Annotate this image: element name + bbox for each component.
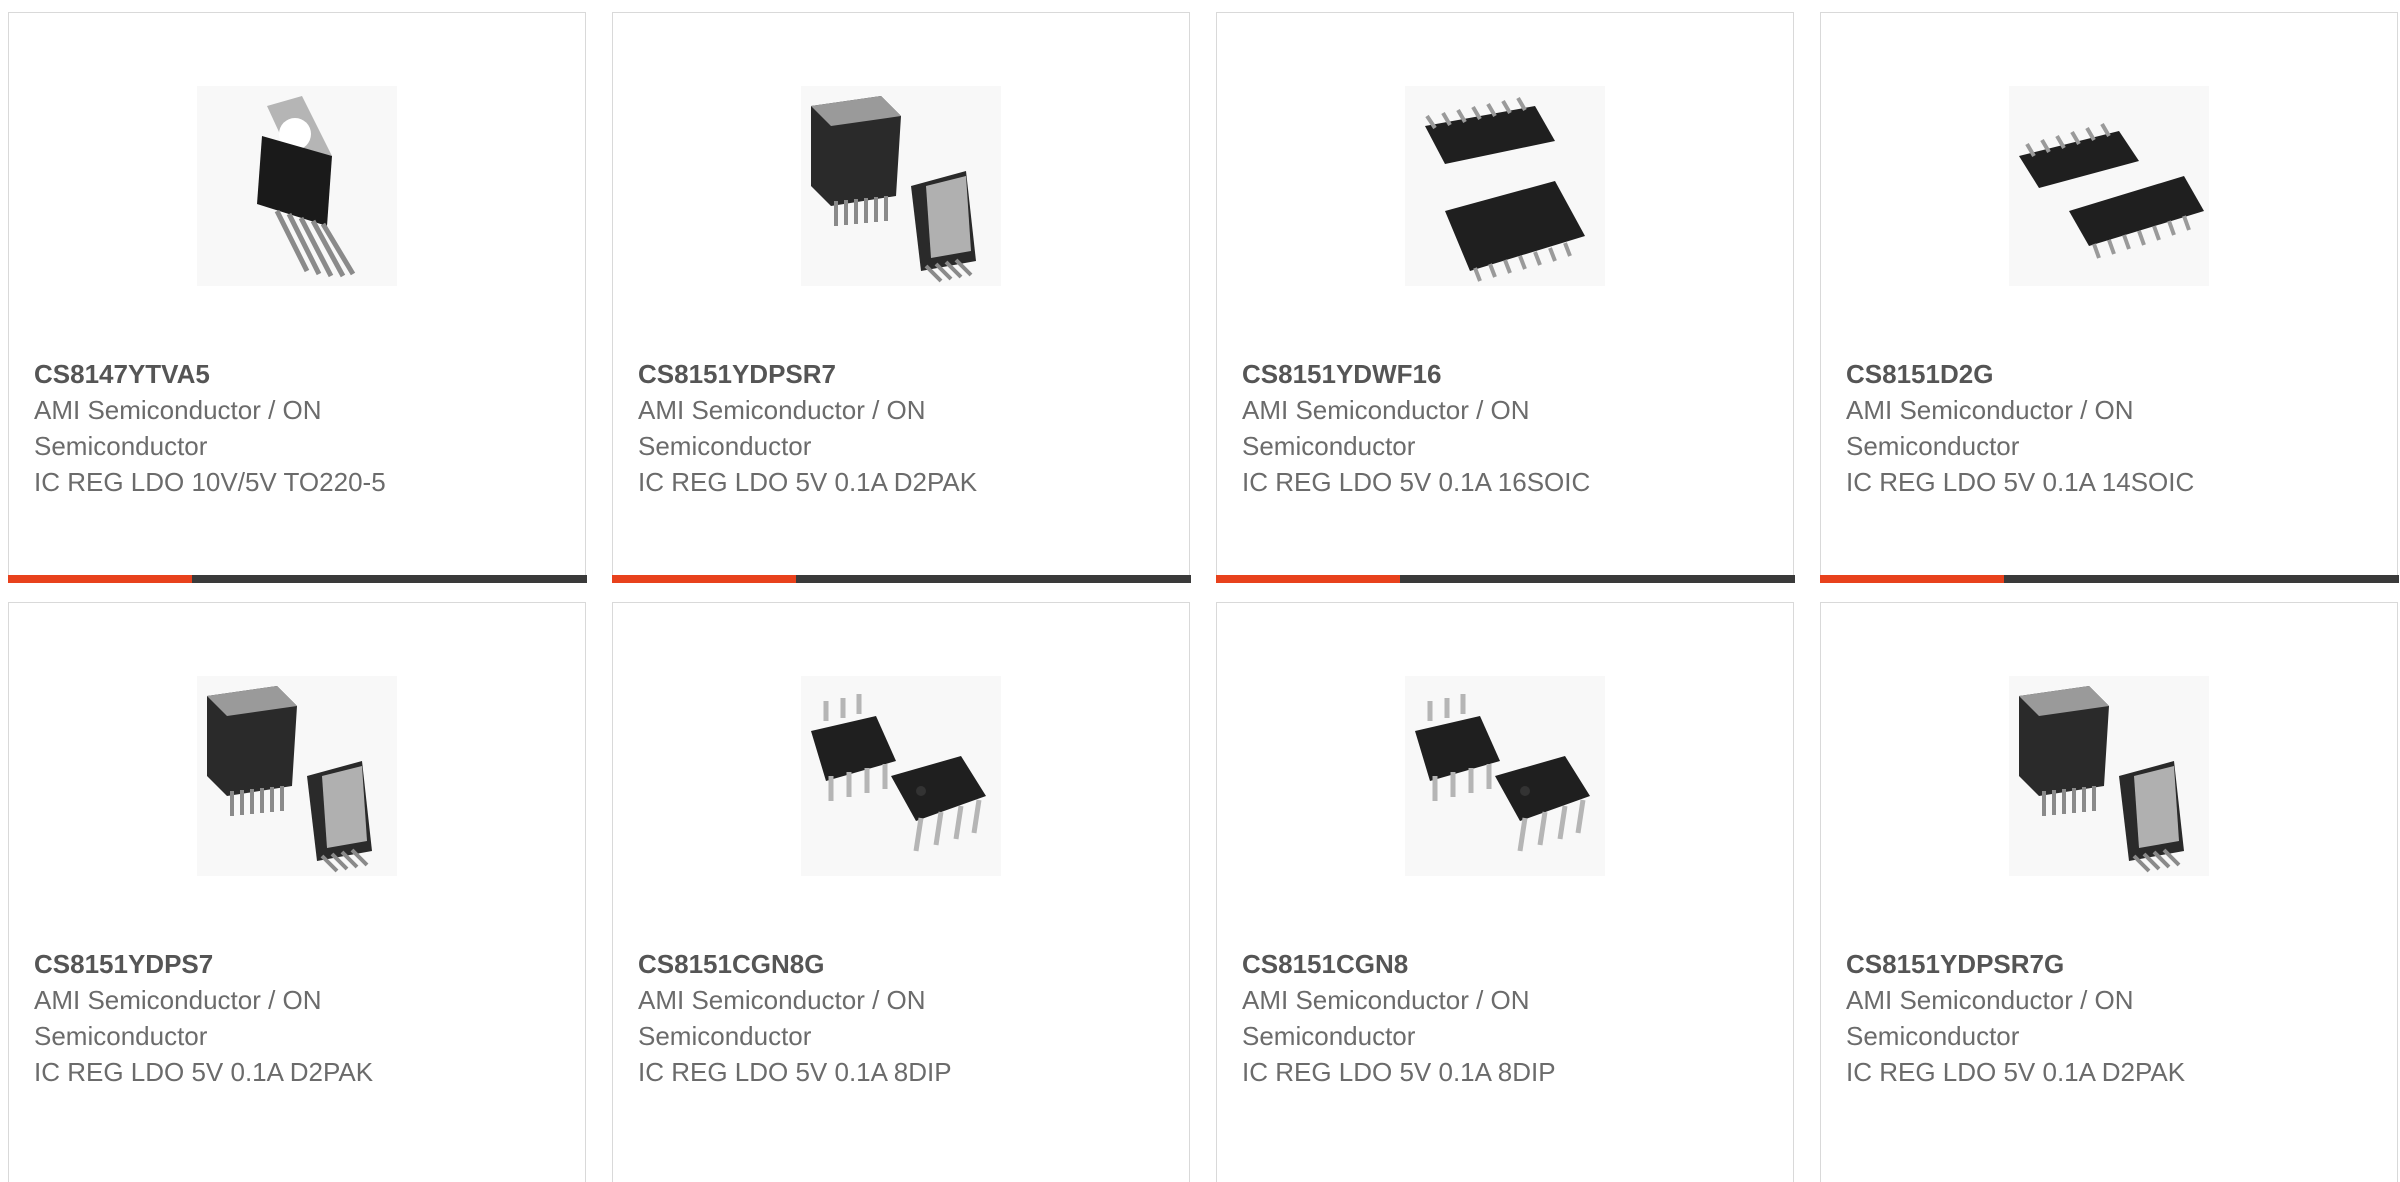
description: IC REG LDO 5V 0.1A D2PAK [638,467,978,497]
product-card[interactable]: CS8151D2G AMI Semiconductor / ON Semicon… [1819,12,2399,583]
card-bottom-bar [1215,575,1795,583]
d2pak-package-icon [811,96,976,283]
description: IC REG LDO 5V 0.1A D2PAK [1846,1057,2186,1087]
product-grid: CS8147YTVA5 AMI Semiconductor / ON Semic… [0,0,2400,1182]
manufacturer: AMI Semiconductor / ON [1242,985,1530,1015]
manufacturer-cont: Semiconductor [1846,1021,2020,1051]
soic14-package-icon [2019,122,2204,259]
manufacturer-cont: Semiconductor [34,1021,208,1051]
part-number[interactable]: CS8151YDPSR7 [638,356,1169,392]
product-image[interactable] [197,86,397,286]
product-card[interactable]: CS8151YDPS7 AMI Semiconductor / ON Semic… [8,602,586,1182]
product-card[interactable]: CS8151CGN8 AMI Semiconductor / ON Semico… [1216,602,1794,1182]
manufacturer-cont: Semiconductor [638,1021,812,1051]
product-card[interactable]: CS8151YDPSR7G AMI Semiconductor / ON Sem… [1820,602,2398,1182]
dip8-package-icon [811,694,986,852]
product-image[interactable] [801,676,1001,876]
description: IC REG LDO 5V 0.1A 8DIP [638,1057,952,1087]
d2pak-package-icon [207,686,372,873]
part-number[interactable]: CS8151CGN8 [1242,946,1773,982]
manufacturer-cont: Semiconductor [1242,431,1416,461]
description: IC REG LDO 5V 0.1A D2PAK [34,1057,374,1087]
product-image[interactable] [1405,676,1605,876]
product-image[interactable] [1405,86,1605,286]
manufacturer-cont: Semiconductor [1242,1021,1416,1051]
manufacturer: AMI Semiconductor / ON [34,395,322,425]
part-number[interactable]: CS8151D2G [1846,356,2377,392]
product-image[interactable] [801,86,1001,286]
description: IC REG LDO 5V 0.1A 16SOIC [1242,467,1591,497]
description: IC REG LDO 5V 0.1A 14SOIC [1846,467,2195,497]
product-image[interactable] [197,676,397,876]
manufacturer: AMI Semiconductor / ON [638,395,926,425]
part-number[interactable]: CS8147YTVA5 [34,356,565,392]
product-card[interactable]: CS8147YTVA5 AMI Semiconductor / ON Semic… [7,12,587,583]
description: IC REG LDO 5V 0.1A 8DIP [1242,1057,1556,1087]
product-image[interactable] [2009,676,2209,876]
card-bottom-bar [1819,575,2399,583]
card-bottom-bar [611,575,1191,583]
manufacturer: AMI Semiconductor / ON [638,985,926,1015]
soic16-package-icon [1425,96,1585,282]
product-card[interactable]: CS8151YDPSR7 AMI Semiconductor / ON Semi… [611,12,1191,583]
description: IC REG LDO 10V/5V TO220-5 [34,467,386,497]
card-bottom-bar [7,575,587,583]
manufacturer-cont: Semiconductor [638,431,812,461]
part-number[interactable]: CS8151YDPS7 [34,946,565,982]
dip8-package-icon [1415,694,1590,852]
manufacturer: AMI Semiconductor / ON [1242,395,1530,425]
product-card[interactable]: CS8151YDWF16 AMI Semiconductor / ON Semi… [1215,12,1795,583]
product-image[interactable] [2009,86,2209,286]
manufacturer: AMI Semiconductor / ON [34,985,322,1015]
part-number[interactable]: CS8151CGN8G [638,946,1169,982]
to220-package-icon [257,96,356,278]
manufacturer-cont: Semiconductor [34,431,208,461]
part-number[interactable]: CS8151YDPSR7G [1846,946,2377,982]
part-number[interactable]: CS8151YDWF16 [1242,356,1773,392]
manufacturer-cont: Semiconductor [1846,431,2020,461]
manufacturer: AMI Semiconductor / ON [1846,985,2134,1015]
product-card[interactable]: CS8151CGN8G AMI Semiconductor / ON Semic… [612,602,1190,1182]
d2pak-package-icon [2019,686,2184,873]
manufacturer: AMI Semiconductor / ON [1846,395,2134,425]
